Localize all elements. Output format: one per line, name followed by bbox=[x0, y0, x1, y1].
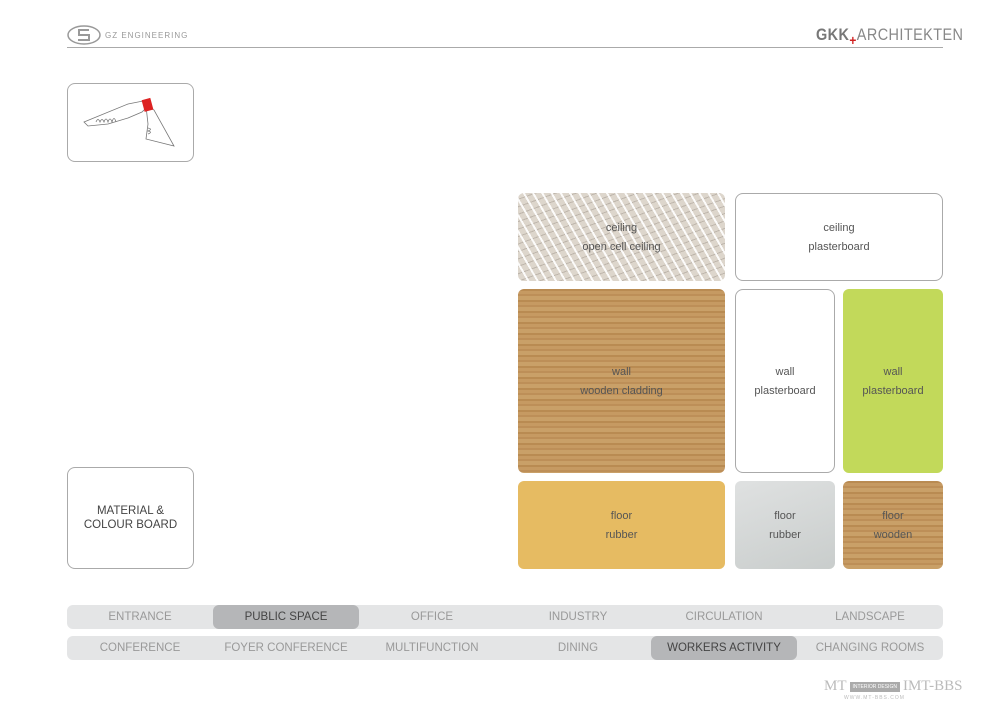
tile-ceiling-open-cell: ceiling open cell ceiling bbox=[518, 193, 725, 281]
tile-material: open cell ceiling bbox=[582, 240, 661, 253]
board-title-box: MATERIAL & COLOUR BOARD bbox=[67, 467, 194, 569]
tile-ceiling-plasterboard: ceiling plasterboard bbox=[735, 193, 943, 281]
nav-conference[interactable]: CONFERENCE bbox=[67, 636, 213, 660]
nav-industry[interactable]: INDUSTRY bbox=[505, 605, 651, 629]
floor-plan-icon bbox=[83, 97, 175, 147]
gkk-logo: GKK+ARCHITEKTEN bbox=[816, 25, 964, 48]
tile-material: rubber bbox=[605, 528, 638, 541]
tile-material: plasterboard bbox=[862, 384, 924, 397]
header-divider bbox=[67, 47, 943, 48]
nav-dining[interactable]: DINING bbox=[505, 636, 651, 660]
tile-type: ceiling bbox=[823, 221, 855, 234]
tile-material: wooden bbox=[873, 528, 913, 541]
tile-type: wall bbox=[883, 365, 903, 378]
nav-secondary: CONFERENCE FOYER CONFERENCE MULTIFUNCTIO… bbox=[67, 636, 943, 660]
tile-floor-wooden: floor wooden bbox=[843, 481, 943, 569]
company-logo-text: GZ ENGINEERING bbox=[105, 30, 189, 40]
nav-landscape[interactable]: LANDSCAPE bbox=[797, 605, 943, 629]
tile-material: plasterboard bbox=[808, 240, 870, 253]
tile-wall-wooden-cladding: wall wooden cladding bbox=[518, 289, 725, 473]
nav-entrance[interactable]: ENTRANCE bbox=[67, 605, 213, 629]
tile-type: ceiling bbox=[605, 221, 638, 234]
tile-type: wall bbox=[612, 365, 631, 378]
nav-public-space[interactable]: PUBLIC SPACE bbox=[213, 605, 359, 629]
tile-type: wall bbox=[775, 365, 795, 378]
nav-office[interactable]: OFFICE bbox=[359, 605, 505, 629]
nav-multifunction[interactable]: MULTIFUNCTION bbox=[359, 636, 505, 660]
tile-floor-rubber-grey: floor rubber bbox=[735, 481, 835, 569]
tile-material: rubber bbox=[769, 528, 801, 541]
tile-floor-rubber-yellow: floor rubber bbox=[518, 481, 725, 569]
company-logo: GZ ENGINEERING bbox=[67, 24, 197, 46]
nav-changing-rooms[interactable]: CHANGING ROOMS bbox=[797, 636, 943, 660]
nav-primary: ENTRANCE PUBLIC SPACE OFFICE INDUSTRY CI… bbox=[67, 605, 943, 629]
tile-type: floor bbox=[882, 509, 904, 522]
nav-foyer-conference[interactable]: FOYER CONFERENCE bbox=[213, 636, 359, 660]
logo-emblem-icon bbox=[67, 25, 101, 45]
tile-type: floor bbox=[774, 509, 796, 522]
floor-plan-key bbox=[67, 83, 194, 162]
tile-wall-plasterboard-green: wall plasterboard bbox=[843, 289, 943, 473]
tile-material: plasterboard bbox=[754, 384, 816, 397]
nav-circulation[interactable]: CIRCULATION bbox=[651, 605, 797, 629]
tile-type: floor bbox=[610, 509, 633, 522]
nav-workers-activity[interactable]: WORKERS ACTIVITY bbox=[651, 636, 797, 660]
tile-material: wooden cladding bbox=[580, 384, 663, 397]
watermark: MT INTERIOR DESIGN IMT-BBS WWW.MT-BBS.CO… bbox=[824, 678, 963, 701]
tile-wall-plasterboard-white: wall plasterboard bbox=[735, 289, 835, 473]
board-title: MATERIAL & COLOUR BOARD bbox=[83, 505, 178, 531]
